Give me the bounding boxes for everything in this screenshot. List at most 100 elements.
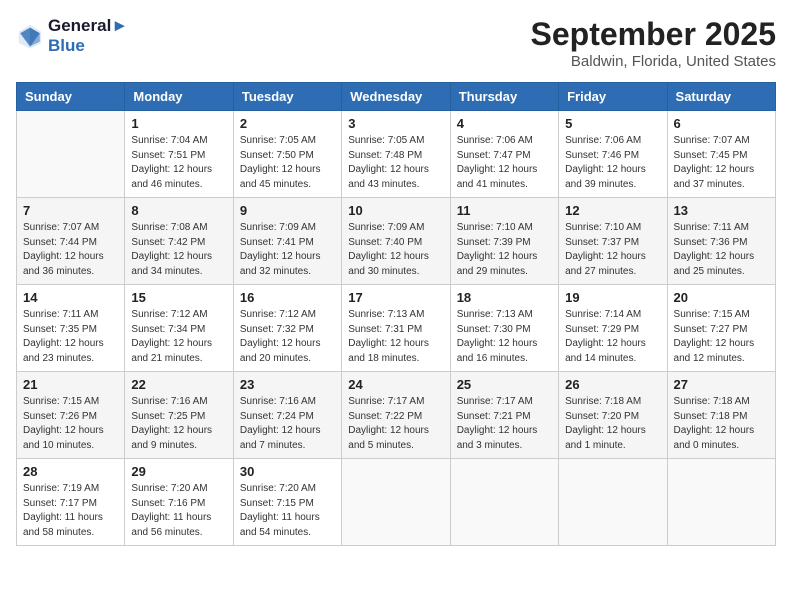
day-info: Sunrise: 7:13 AMSunset: 7:31 PMDaylight:…: [348, 308, 443, 366]
day-number: 4: [457, 116, 552, 131]
day-info: Sunrise: 7:09 AMSunset: 7:41 PMDaylight:…: [240, 221, 335, 279]
day-number: 8: [131, 203, 226, 218]
day-number: 28: [23, 464, 118, 479]
day-info: Sunrise: 7:08 AMSunset: 7:42 PMDaylight:…: [131, 221, 226, 279]
calendar-header-row: SundayMondayTuesdayWednesdayThursdayFrid…: [17, 83, 776, 111]
day-number: 25: [457, 377, 552, 392]
calendar-cell: 16 Sunrise: 7:12 AMSunset: 7:32 PMDayligh…: [233, 285, 341, 372]
calendar-cell: 18 Sunrise: 7:13 AMSunset: 7:30 PMDayligh…: [450, 285, 558, 372]
title-block: September 2025 Baldwin, Florida, United …: [531, 16, 776, 70]
calendar-cell: 15 Sunrise: 7:12 AMSunset: 7:34 PMDayligh…: [125, 285, 233, 372]
day-info: Sunrise: 7:15 AMSunset: 7:26 PMDaylight:…: [23, 395, 118, 453]
header-tuesday: Tuesday: [233, 83, 341, 111]
day-info: Sunrise: 7:17 AMSunset: 7:21 PMDaylight:…: [457, 395, 552, 453]
calendar-week-row: 28Sunrise: 7:19 AMSunset: 7:17 PMDayligh…: [17, 459, 776, 546]
calendar-week-row: 1 Sunrise: 7:04 AMSunset: 7:51 PMDaylight…: [17, 111, 776, 198]
day-number: 1: [131, 116, 226, 131]
calendar-cell: 17 Sunrise: 7:13 AMSunset: 7:31 PMDayligh…: [342, 285, 450, 372]
day-info: Sunrise: 7:10 AMSunset: 7:39 PMDaylight:…: [457, 221, 552, 279]
calendar-cell: 11Sunrise: 7:10 AMSunset: 7:39 PMDayligh…: [450, 198, 558, 285]
day-info: Sunrise: 7:11 AMSunset: 7:35 PMDaylight:…: [23, 308, 118, 366]
day-number: 29: [131, 464, 226, 479]
day-info: Sunrise: 7:07 AMSunset: 7:44 PMDaylight:…: [23, 221, 118, 279]
day-number: 15: [131, 290, 226, 305]
calendar-cell: [450, 459, 558, 546]
day-info: Sunrise: 7:17 AMSunset: 7:22 PMDaylight:…: [348, 395, 443, 453]
calendar-cell: 26 Sunrise: 7:18 AMSunset: 7:20 PMDayligh…: [559, 372, 667, 459]
day-number: 5: [565, 116, 660, 131]
day-number: 18: [457, 290, 552, 305]
calendar-cell: 21 Sunrise: 7:15 AMSunset: 7:26 PMDayligh…: [17, 372, 125, 459]
day-number: 10: [348, 203, 443, 218]
day-info: Sunrise: 7:16 AMSunset: 7:24 PMDaylight:…: [240, 395, 335, 453]
calendar-week-row: 14 Sunrise: 7:11 AMSunset: 7:35 PMDayligh…: [17, 285, 776, 372]
header-thursday: Thursday: [450, 83, 558, 111]
day-info: Sunrise: 7:18 AMSunset: 7:20 PMDaylight:…: [565, 395, 660, 453]
calendar-body: 1 Sunrise: 7:04 AMSunset: 7:51 PMDaylight…: [17, 111, 776, 546]
header-monday: Monday: [125, 83, 233, 111]
calendar-cell: 2 Sunrise: 7:05 AMSunset: 7:50 PMDaylight…: [233, 111, 341, 198]
calendar-cell: [559, 459, 667, 546]
day-info: Sunrise: 7:07 AMSunset: 7:45 PMDaylight:…: [674, 134, 769, 192]
calendar-week-row: 7 Sunrise: 7:07 AMSunset: 7:44 PMDaylight…: [17, 198, 776, 285]
calendar-cell: 8 Sunrise: 7:08 AMSunset: 7:42 PMDaylight…: [125, 198, 233, 285]
calendar-cell: 6 Sunrise: 7:07 AMSunset: 7:45 PMDaylight…: [667, 111, 775, 198]
calendar-cell: [667, 459, 775, 546]
calendar-cell: 4Sunrise: 7:06 AMSunset: 7:47 PMDaylight…: [450, 111, 558, 198]
day-number: 16: [240, 290, 335, 305]
day-info: Sunrise: 7:18 AMSunset: 7:18 PMDaylight:…: [674, 395, 769, 453]
day-info: Sunrise: 7:05 AMSunset: 7:48 PMDaylight:…: [348, 134, 443, 192]
day-info: Sunrise: 7:16 AMSunset: 7:25 PMDaylight:…: [131, 395, 226, 453]
day-number: 27: [674, 377, 769, 392]
day-info: Sunrise: 7:05 AMSunset: 7:50 PMDaylight:…: [240, 134, 335, 192]
day-info: Sunrise: 7:20 AMSunset: 7:15 PMDaylight:…: [240, 482, 335, 540]
day-number: 2: [240, 116, 335, 131]
calendar-cell: 27 Sunrise: 7:18 AMSunset: 7:18 PMDayligh…: [667, 372, 775, 459]
header-friday: Friday: [559, 83, 667, 111]
calendar-table: SundayMondayTuesdayWednesdayThursdayFrid…: [16, 82, 776, 546]
calendar-cell: 28Sunrise: 7:19 AMSunset: 7:17 PMDayligh…: [17, 459, 125, 546]
day-info: Sunrise: 7:06 AMSunset: 7:46 PMDaylight:…: [565, 134, 660, 192]
day-number: 12: [565, 203, 660, 218]
calendar-cell: 29Sunrise: 7:20 AMSunset: 7:16 PMDayligh…: [125, 459, 233, 546]
day-info: Sunrise: 7:11 AMSunset: 7:36 PMDaylight:…: [674, 221, 769, 279]
day-number: 7: [23, 203, 118, 218]
day-info: Sunrise: 7:10 AMSunset: 7:37 PMDaylight:…: [565, 221, 660, 279]
day-number: 14: [23, 290, 118, 305]
day-info: Sunrise: 7:12 AMSunset: 7:34 PMDaylight:…: [131, 308, 226, 366]
day-number: 23: [240, 377, 335, 392]
calendar-cell: 20 Sunrise: 7:15 AMSunset: 7:27 PMDayligh…: [667, 285, 775, 372]
calendar-cell: 25 Sunrise: 7:17 AMSunset: 7:21 PMDayligh…: [450, 372, 558, 459]
day-info: Sunrise: 7:15 AMSunset: 7:27 PMDaylight:…: [674, 308, 769, 366]
calendar-cell: 30 Sunrise: 7:20 AMSunset: 7:15 PMDayligh…: [233, 459, 341, 546]
day-number: 6: [674, 116, 769, 131]
day-number: 24: [348, 377, 443, 392]
calendar-cell: 24 Sunrise: 7:17 AMSunset: 7:22 PMDayligh…: [342, 372, 450, 459]
header-wednesday: Wednesday: [342, 83, 450, 111]
day-info: Sunrise: 7:09 AMSunset: 7:40 PMDaylight:…: [348, 221, 443, 279]
calendar-cell: 5 Sunrise: 7:06 AMSunset: 7:46 PMDaylight…: [559, 111, 667, 198]
calendar-cell: 22Sunrise: 7:16 AMSunset: 7:25 PMDayligh…: [125, 372, 233, 459]
logo: General► Blue: [16, 16, 128, 57]
logo-icon: [16, 22, 44, 50]
day-number: 17: [348, 290, 443, 305]
day-number: 20: [674, 290, 769, 305]
calendar-cell: 10 Sunrise: 7:09 AMSunset: 7:40 PMDayligh…: [342, 198, 450, 285]
location-subtitle: Baldwin, Florida, United States: [531, 53, 776, 70]
day-number: 30: [240, 464, 335, 479]
day-info: Sunrise: 7:04 AMSunset: 7:51 PMDaylight:…: [131, 134, 226, 192]
day-number: 21: [23, 377, 118, 392]
day-number: 13: [674, 203, 769, 218]
calendar-cell: [342, 459, 450, 546]
day-info: Sunrise: 7:14 AMSunset: 7:29 PMDaylight:…: [565, 308, 660, 366]
calendar-cell: 14 Sunrise: 7:11 AMSunset: 7:35 PMDayligh…: [17, 285, 125, 372]
calendar-cell: 19 Sunrise: 7:14 AMSunset: 7:29 PMDayligh…: [559, 285, 667, 372]
calendar-week-row: 21 Sunrise: 7:15 AMSunset: 7:26 PMDayligh…: [17, 372, 776, 459]
calendar-cell: 12 Sunrise: 7:10 AMSunset: 7:37 PMDayligh…: [559, 198, 667, 285]
header-sunday: Sunday: [17, 83, 125, 111]
month-title: September 2025: [531, 16, 776, 53]
day-info: Sunrise: 7:13 AMSunset: 7:30 PMDaylight:…: [457, 308, 552, 366]
day-number: 26: [565, 377, 660, 392]
day-info: Sunrise: 7:12 AMSunset: 7:32 PMDaylight:…: [240, 308, 335, 366]
day-number: 19: [565, 290, 660, 305]
